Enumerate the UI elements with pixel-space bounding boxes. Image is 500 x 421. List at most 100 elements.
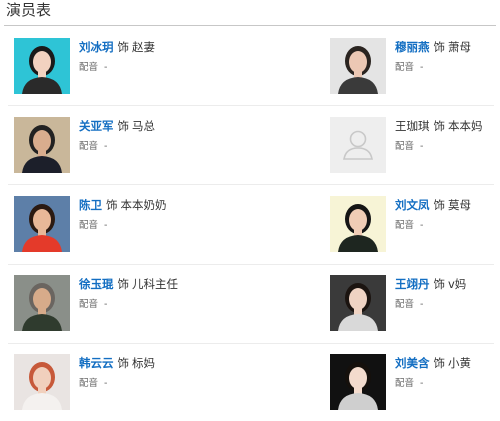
cast-card: 刘文凤饰莫母 配音 - xyxy=(330,196,500,254)
as-label: 饰 xyxy=(117,277,130,291)
cast-card: 王翊丹饰 v妈 配音 - xyxy=(330,275,500,333)
as-label: 饰 xyxy=(117,40,130,54)
dubbing-label: 配音 xyxy=(395,220,415,231)
role-name: 莫母 xyxy=(448,198,471,212)
actor-photo[interactable] xyxy=(14,38,70,94)
actor-name-link[interactable]: 刘冰玥 xyxy=(79,40,114,54)
actor-role-line: 刘冰玥饰赵妻 xyxy=(79,40,184,54)
cast-card: 刘美含饰小黄 配音 - xyxy=(330,354,500,412)
actor-photo[interactable] xyxy=(330,196,386,252)
role-name: 马总 xyxy=(132,119,155,133)
as-label: 饰 xyxy=(433,277,446,291)
actor-name-link[interactable]: 刘文凤 xyxy=(395,198,430,212)
row-divider xyxy=(8,264,494,265)
as-label: 饰 xyxy=(117,356,130,370)
as-label: 饰 xyxy=(433,119,446,133)
actor-photo[interactable] xyxy=(14,196,70,252)
dubbing-value: - xyxy=(104,62,108,73)
actor-name-link[interactable]: 徐玉琨 xyxy=(79,277,114,291)
actor-name-link[interactable]: 陈卫 xyxy=(79,198,102,212)
actor-photo[interactable] xyxy=(330,38,386,94)
actor-name-link: 王珈琪 xyxy=(395,119,430,133)
cast-info: 徐玉琨饰儿科主任 配音 - xyxy=(79,275,184,311)
actor-name-link[interactable]: 刘美含 xyxy=(395,356,430,370)
actor-role-line: 徐玉琨饰儿科主任 xyxy=(79,277,184,291)
cast-info: 刘美含饰小黄 配音 - xyxy=(395,354,500,390)
dubbing-value: - xyxy=(104,378,108,389)
avatar-placeholder-icon xyxy=(330,117,386,173)
cast-card: 穆丽燕饰萧母 配音 - xyxy=(330,38,500,96)
cast-card: 刘冰玥饰赵妻 配音 - xyxy=(14,38,184,96)
actor-photo[interactable] xyxy=(330,275,386,331)
dubbing-line: 配音 - xyxy=(79,62,184,74)
actor-photo[interactable] xyxy=(14,275,70,331)
cast-card: 关亚军饰马总 配音 - xyxy=(14,117,184,175)
role-name: v妈 xyxy=(448,277,467,291)
dubbing-value: - xyxy=(420,299,424,310)
role-name: 萧母 xyxy=(448,40,471,54)
cast-info: 王翊丹饰 v妈 配音 - xyxy=(395,275,500,311)
dubbing-label: 配音 xyxy=(79,299,99,310)
dubbing-value: - xyxy=(420,62,424,73)
role-name: 标妈 xyxy=(132,356,155,370)
as-label: 饰 xyxy=(433,198,446,212)
cast-info: 王珈琪饰本本妈 配音 - xyxy=(395,117,500,153)
dubbing-label: 配音 xyxy=(79,62,99,73)
dubbing-label: 配音 xyxy=(395,141,415,152)
actor-role-line: 刘美含饰小黄 xyxy=(395,356,500,370)
actor-name-link[interactable]: 韩云云 xyxy=(79,356,114,370)
as-label: 饰 xyxy=(433,40,446,54)
as-label: 饰 xyxy=(433,356,446,370)
actor-role-line: 关亚军饰马总 xyxy=(79,119,184,133)
dubbing-line: 配音 - xyxy=(395,62,500,74)
cast-card: 王珈琪饰本本妈 配音 - xyxy=(330,117,500,175)
cast-card: 韩云云饰标妈 配音 - xyxy=(14,354,184,412)
dubbing-value: - xyxy=(104,141,108,152)
dubbing-label: 配音 xyxy=(395,378,415,389)
actor-photo[interactable] xyxy=(14,354,70,410)
actor-role-line: 穆丽燕饰萧母 xyxy=(395,40,500,54)
role-name: 赵妻 xyxy=(132,40,155,54)
as-label: 饰 xyxy=(106,198,118,212)
dubbing-line: 配音 - xyxy=(395,299,500,311)
cast-card: 徐玉琨饰儿科主任 配音 - xyxy=(14,275,184,333)
actor-role-line: 王翊丹饰 v妈 xyxy=(395,277,500,291)
actor-name-link[interactable]: 穆丽燕 xyxy=(395,40,430,54)
dubbing-label: 配音 xyxy=(79,378,99,389)
actor-role-line: 韩云云饰标妈 xyxy=(79,356,184,370)
dubbing-line: 配音 - xyxy=(395,141,500,153)
dubbing-value: - xyxy=(104,220,108,231)
dubbing-label: 配音 xyxy=(79,220,99,231)
dubbing-line: 配音 - xyxy=(79,378,184,390)
role-name: 本本奶奶 xyxy=(120,198,167,212)
cast-info: 陈卫饰本本奶奶配音 - xyxy=(79,196,184,232)
dubbing-value: - xyxy=(420,378,424,389)
dubbing-value: - xyxy=(104,299,108,310)
actor-photo[interactable] xyxy=(14,117,70,173)
role-name: 小黄 xyxy=(448,356,471,370)
title-divider xyxy=(4,25,496,26)
dubbing-label: 配音 xyxy=(395,299,415,310)
dubbing-line: 配音 - xyxy=(395,378,500,390)
row-divider xyxy=(8,105,494,106)
actor-role-line: 王珈琪饰本本妈 xyxy=(395,119,500,133)
row-divider xyxy=(8,184,494,185)
actor-name-link[interactable]: 关亚军 xyxy=(79,119,114,133)
cast-info: 关亚军饰马总 配音 - xyxy=(79,117,184,153)
role-name: 儿科主任 xyxy=(132,277,178,291)
section-title: 演员表 xyxy=(6,1,52,19)
dubbing-value: - xyxy=(420,220,424,231)
actor-role-line: 刘文凤饰莫母 xyxy=(395,198,500,212)
dubbing-line: 配音 - xyxy=(79,141,184,153)
cast-info: 穆丽燕饰萧母 配音 - xyxy=(395,38,500,74)
actor-name-link[interactable]: 王翊丹 xyxy=(395,277,430,291)
actor-photo[interactable] xyxy=(330,354,386,410)
dubbing-label: 配音 xyxy=(79,141,99,152)
role-name: 本本妈 xyxy=(448,119,483,133)
cast-info: 韩云云饰标妈 配音 - xyxy=(79,354,184,390)
dubbing-label: 配音 xyxy=(395,62,415,73)
cast-card: 陈卫饰本本奶奶配音 - xyxy=(14,196,184,254)
dubbing-line: 配音 - xyxy=(79,220,184,232)
row-divider xyxy=(8,343,494,344)
cast-info: 刘冰玥饰赵妻 配音 - xyxy=(79,38,184,74)
